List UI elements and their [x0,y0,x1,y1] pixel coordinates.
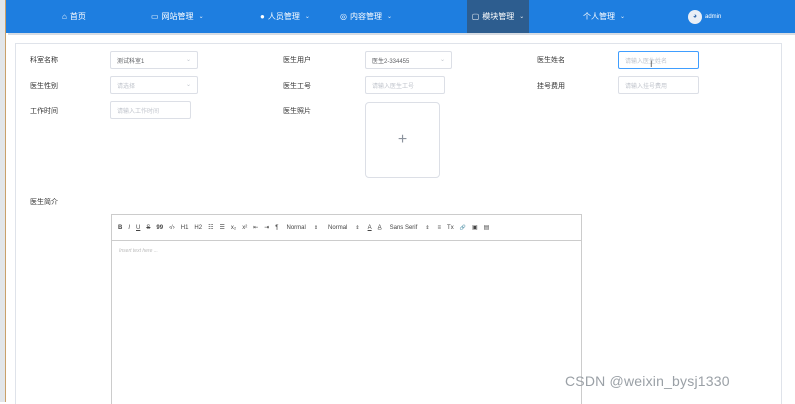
doctor-user-label: 医生用户 [283,57,311,64]
font-select[interactable]: Sans Serif ⇕ [390,225,430,231]
outdent-button[interactable]: ⇤ [253,224,258,231]
nav-personal-management[interactable]: 个人管理 ⌄ [583,0,625,33]
dept-select[interactable]: 测试科室1 ⌄ [110,51,198,69]
nav-staff-management[interactable]: ● 人员管理 ⌄ [260,0,310,33]
subscript-button[interactable]: x₂ [231,225,236,231]
updown-icon: ⇕ [313,224,319,231]
nav-content-management[interactable]: ◎ 内容管理 ⌄ [340,0,392,33]
gender-select[interactable]: 请选择 ⌄ [110,76,198,94]
background-color-button[interactable]: A̲ [378,225,382,231]
h2-button[interactable]: H2 [194,225,202,231]
doctor-name-input[interactable]: 请输入医生姓名 [618,51,699,69]
indent-button[interactable]: ⇥ [264,224,269,231]
image-icon[interactable]: ▣ [472,224,478,231]
video-icon[interactable]: ▤ [484,224,490,231]
header-select[interactable]: Normal ⇕ [328,225,360,231]
chat-icon: ◎ [340,12,347,21]
nav-site-management[interactable]: ▭ 网站管理 ⌄ [151,0,204,33]
nav-module-management[interactable]: ▢ 模块管理 ⌄ [467,0,529,33]
worktime-label: 工作时间 [30,108,58,115]
superscript-button[interactable]: x² [242,225,247,231]
bold-button[interactable]: B [118,225,122,231]
tablet-icon: ▢ [471,12,480,21]
left-edge [0,0,6,402]
clean-format-button[interactable]: Tx [447,225,454,231]
blockquote-button[interactable]: 99 [156,225,163,231]
gender-label: 医生性别 [30,83,58,90]
link-icon[interactable]: 🔗 [460,225,466,231]
monitor-icon: ▭ [151,12,159,21]
home-icon: ⌂ [62,12,67,21]
size-select[interactable]: Normal ⇕ [287,225,319,231]
nav-divider [8,33,795,35]
doctor-no-input[interactable]: 请输入医生工号 [365,76,445,94]
chevron-down-icon: ⌄ [519,14,525,20]
fee-label: 挂号费用 [537,83,565,90]
chevron-down-icon: ⌄ [620,14,626,20]
updown-icon: ⇕ [425,224,430,231]
code-block-button[interactable]: ‹/› [169,225,175,231]
text-cursor-icon: I [650,59,653,69]
watermark: CSDN @weixin_bysj1330 [565,373,730,389]
worktime-input[interactable]: 请输入工作时间 [110,101,191,119]
bullet-list-button[interactable]: ☰ [219,224,224,231]
chevron-down-icon: ⌄ [439,57,445,63]
fee-input[interactable]: 请输入挂号费用 [618,76,699,94]
underline-button[interactable]: U [136,225,140,231]
chevron-down-icon: ⌄ [185,82,191,88]
doctor-user-select[interactable]: 医生2-334455 ⌄ [365,51,452,69]
avatar: ◕ [688,9,702,24]
photo-upload[interactable]: + [365,102,440,178]
chevron-down-icon: ⌄ [386,14,393,20]
nav-home[interactable]: ⌂ 首页 [62,0,86,33]
ordered-list-button[interactable]: ☷ [208,224,213,231]
doctor-no-label: 医生工号 [283,83,311,90]
user-icon: ● [260,12,265,21]
align-button[interactable]: ≡ [438,225,442,231]
dept-label: 科室名称 [30,57,58,64]
doctor-name-label: 医生姓名 [537,57,565,64]
editor-placeholder[interactable]: Insert text here ... [119,248,158,254]
chevron-down-icon: ⌄ [198,14,204,20]
italic-button[interactable]: I [128,225,130,231]
user-menu[interactable]: ◕ admin [688,0,721,33]
text-direction-button[interactable]: ¶ [275,225,278,231]
chevron-down-icon: ⌄ [185,57,191,63]
photo-label: 医生照片 [283,108,311,115]
chevron-down-icon: ⌄ [304,14,310,20]
editor-toolbar: B I U S 99 ‹/› H1 H2 ☷ ☰ x₂ x² ⇤ ⇥ ¶ Nor… [112,215,581,241]
plus-icon: + [397,131,408,148]
updown-icon: ⇕ [355,224,360,231]
rich-text-editor: B I U S 99 ‹/› H1 H2 ☷ ☰ x₂ x² ⇤ ⇥ ¶ Nor… [111,214,582,404]
h1-button[interactable]: H1 [181,225,189,231]
top-navigation: ⌂ 首页 ▭ 网站管理 ⌄ ● 人员管理 ⌄ ◎ 内容管理 ⌄ ▢ 模块管理 ⌄… [6,0,795,33]
text-color-button[interactable]: A [368,225,372,231]
strike-button[interactable]: S [146,225,150,231]
intro-label: 医生简介 [30,199,58,206]
